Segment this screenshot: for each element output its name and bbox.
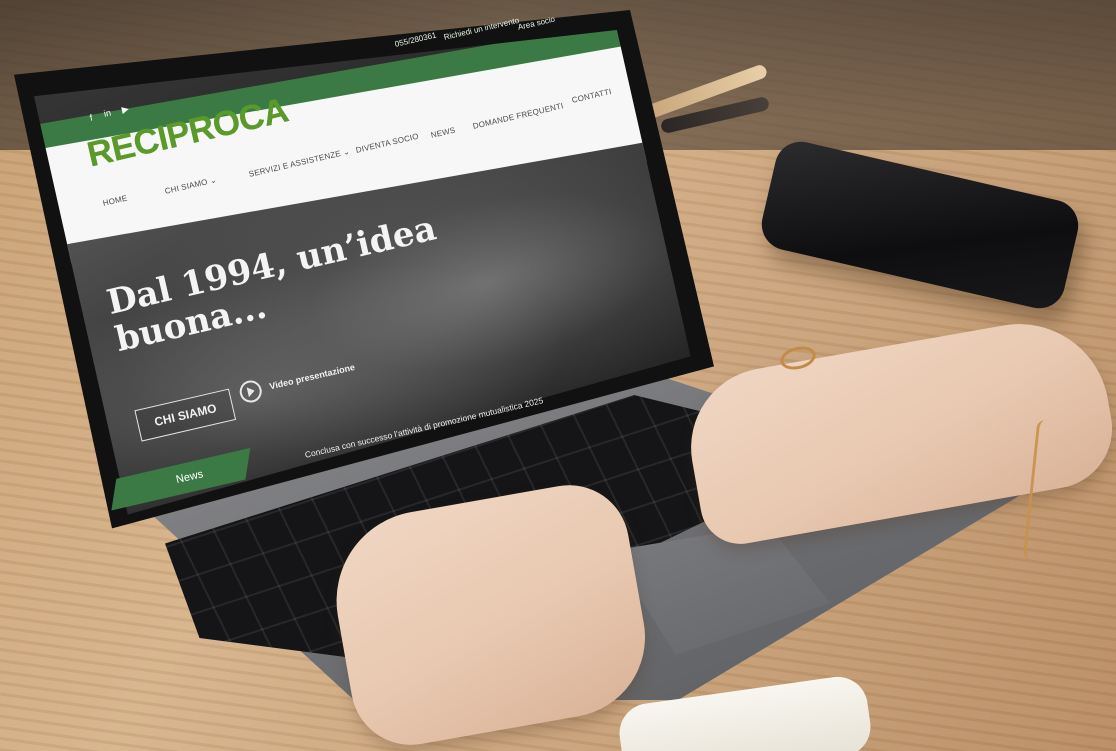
photo-scene: 055/280361 Richiedi un intervento Area s… [0, 0, 1116, 751]
smartphone [756, 136, 1084, 314]
